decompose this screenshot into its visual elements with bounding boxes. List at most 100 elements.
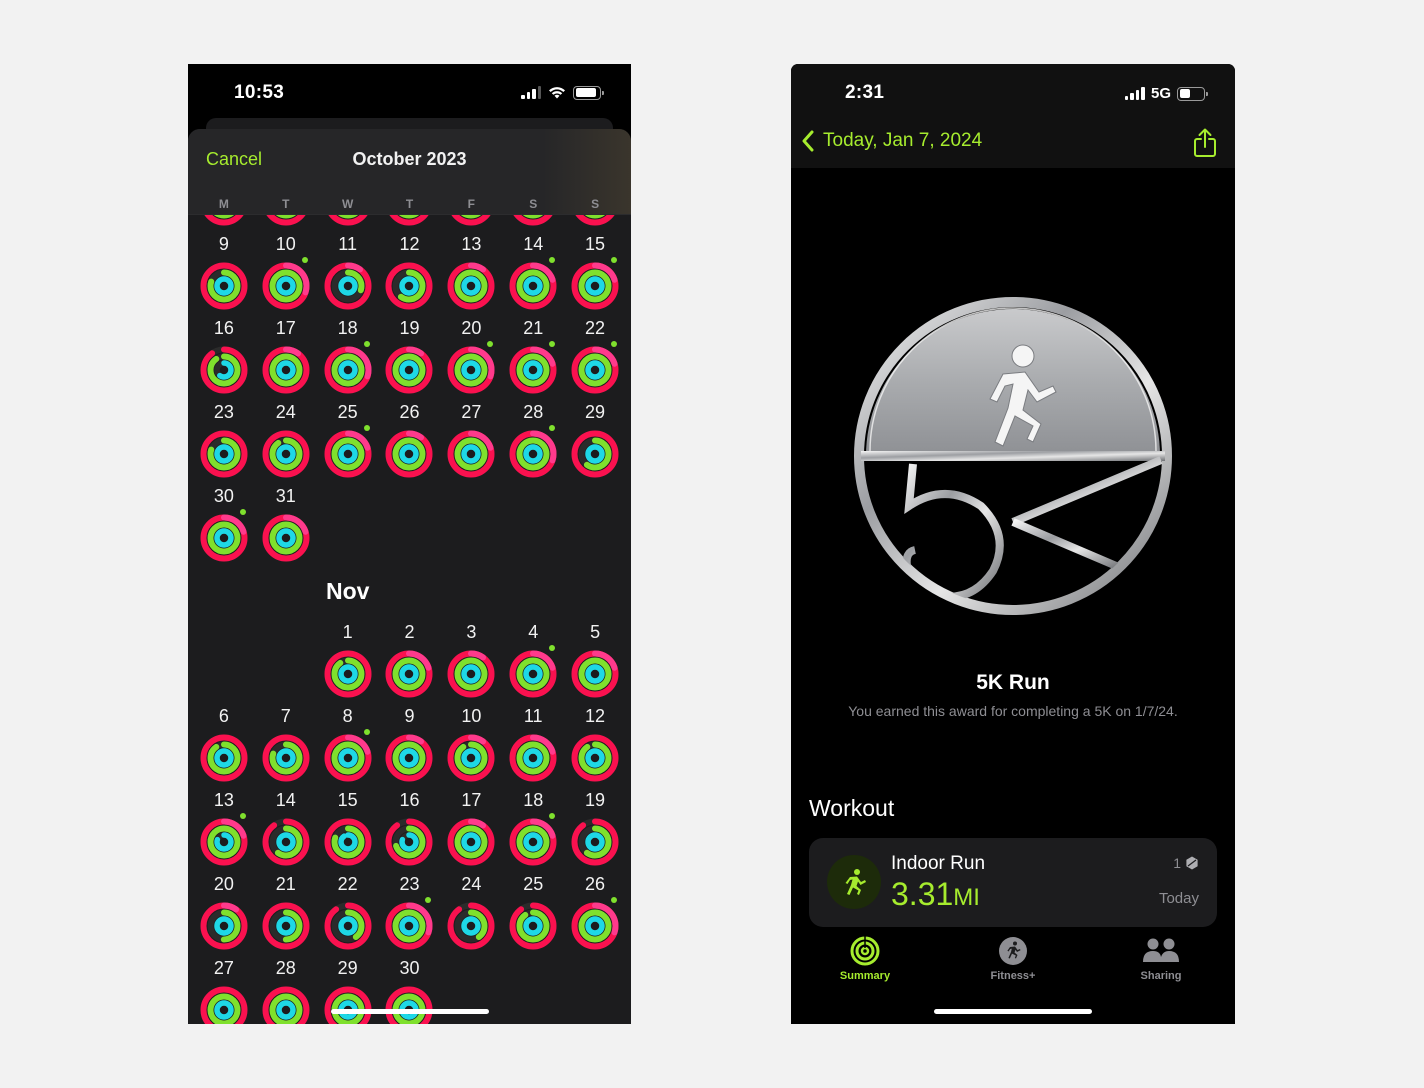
calendar-day[interactable]: 27 xyxy=(440,394,502,478)
weekday-label: S xyxy=(529,197,538,211)
workout-icon-circle xyxy=(827,855,881,909)
home-indicator[interactable] xyxy=(934,1009,1092,1014)
calendar-day[interactable]: 16 xyxy=(379,782,441,866)
activity-rings xyxy=(509,346,557,394)
weekday-label: F xyxy=(467,197,476,211)
stand-ring xyxy=(585,444,605,464)
calendar-day[interactable]: 12 xyxy=(564,698,626,782)
calendar-day[interactable]: 6 xyxy=(193,698,255,782)
weekday-label: M xyxy=(218,197,229,211)
tab-sharing[interactable]: Sharing xyxy=(1087,934,1235,994)
calendar-day[interactable]: 13 xyxy=(440,226,502,310)
share-button[interactable] xyxy=(1193,128,1217,163)
calendar-day[interactable] xyxy=(255,215,317,226)
calendar-day[interactable]: 21 xyxy=(502,310,564,394)
calendar-day[interactable]: 4 xyxy=(502,614,564,698)
calendar-day[interactable]: 2 xyxy=(379,614,441,698)
calendar-day[interactable]: 21 xyxy=(255,866,317,950)
calendar-day[interactable]: 30 xyxy=(193,478,255,562)
calendar-day[interactable]: 24 xyxy=(255,394,317,478)
battery-fill xyxy=(575,88,597,97)
signal-bar xyxy=(1141,87,1145,100)
calendar-day[interactable] xyxy=(440,215,502,226)
activity-rings xyxy=(262,986,310,1024)
week-row: 20 21 22 23 24 25 26 xyxy=(188,866,631,950)
calendar-day[interactable]: 13 xyxy=(193,782,255,866)
calendar-day[interactable]: 19 xyxy=(564,782,626,866)
activity-rings xyxy=(262,430,310,478)
calendar-day[interactable]: 22 xyxy=(317,866,379,950)
calendar-day[interactable]: 23 xyxy=(193,394,255,478)
activity-rings xyxy=(262,262,310,310)
calendar-day[interactable]: 14 xyxy=(502,226,564,310)
calendar-day[interactable]: 9 xyxy=(379,698,441,782)
calendar-day[interactable]: 25 xyxy=(317,394,379,478)
exercise-ring xyxy=(331,215,365,219)
day-number: 25 xyxy=(523,874,544,894)
calendar-day[interactable] xyxy=(564,215,626,226)
calendar-day[interactable]: 16 xyxy=(193,310,255,394)
calendar-day[interactable]: 20 xyxy=(440,310,502,394)
calendar-day[interactable]: 28 xyxy=(502,394,564,478)
back-button[interactable]: Today, Jan 7, 2024 xyxy=(801,130,982,152)
tab-fitness-plus[interactable]: Fitness+ xyxy=(939,934,1087,994)
activity-rings xyxy=(447,262,495,310)
calendar-day[interactable]: 3 xyxy=(440,614,502,698)
calendar-day[interactable]: 1 xyxy=(317,614,379,698)
calendar-day[interactable]: 26 xyxy=(379,394,441,478)
calendar-day[interactable]: 29 xyxy=(564,394,626,478)
calendar-day[interactable]: 9 xyxy=(193,226,255,310)
calendar-day[interactable]: 8 xyxy=(317,698,379,782)
calendar-day[interactable]: 26 xyxy=(564,866,626,950)
battery-icon xyxy=(1177,86,1208,101)
stand-ring xyxy=(276,444,296,464)
activity-rings-icon xyxy=(850,936,880,966)
calendar-day[interactable]: 19 xyxy=(379,310,441,394)
day-number: 27 xyxy=(213,958,234,978)
weekday-label: T xyxy=(405,197,414,211)
stand-ring xyxy=(214,916,234,936)
calendar-scroll-area[interactable]: 9 10 11 12 13 14 15 16 17 18 19 20 21 22 23 24 25 26 27 28 2… xyxy=(188,215,631,1024)
calendar-day[interactable]: 17 xyxy=(255,310,317,394)
calendar-day[interactable]: 31 xyxy=(255,478,317,562)
calendar-day[interactable]: 15 xyxy=(317,782,379,866)
tab-summary[interactable]: Summary xyxy=(791,934,939,994)
week-row: 23 24 25 26 27 28 29 xyxy=(188,394,631,478)
calendar-day[interactable]: 17 xyxy=(440,782,502,866)
calendar-day[interactable] xyxy=(379,215,441,226)
workout-card[interactable]: Indoor Run 3.31MI 1 Today xyxy=(809,838,1217,927)
calendar-day[interactable] xyxy=(317,215,379,226)
activity-rings xyxy=(571,734,619,782)
day-number: 2 xyxy=(404,622,415,642)
calendar-day[interactable]: 7 xyxy=(255,698,317,782)
calendar-day[interactable]: 20 xyxy=(193,866,255,950)
status-icons xyxy=(521,85,604,100)
calendar-day[interactable]: 10 xyxy=(440,698,502,782)
calendar-day[interactable]: 24 xyxy=(440,866,502,950)
calendar-day[interactable]: 23 xyxy=(379,866,441,950)
calendar-day[interactable] xyxy=(193,215,255,226)
day-number: 14 xyxy=(275,790,296,810)
activity-rings xyxy=(571,650,619,698)
activity-rings xyxy=(385,986,433,1024)
calendar-day[interactable]: 18 xyxy=(317,310,379,394)
activity-rings xyxy=(385,734,433,782)
calendar-day[interactable] xyxy=(502,215,564,226)
calendar-day[interactable]: 5 xyxy=(564,614,626,698)
calendar-day[interactable]: 11 xyxy=(502,698,564,782)
calendar-day[interactable]: 11 xyxy=(317,226,379,310)
stand-ring xyxy=(399,916,420,936)
calendar-day[interactable]: 28 xyxy=(255,950,317,1024)
calendar-day[interactable]: 12 xyxy=(379,226,441,310)
calendar-day[interactable]: 15 xyxy=(564,226,626,310)
calendar-day[interactable]: 22 xyxy=(564,310,626,394)
calendar-day[interactable]: 27 xyxy=(193,950,255,1024)
tab-bar: Summary Fitness+ Sharing xyxy=(791,934,1235,994)
activity-rings xyxy=(200,986,248,1024)
home-indicator[interactable] xyxy=(330,1009,489,1014)
calendar-day[interactable]: 25 xyxy=(502,866,564,950)
network-type: 5G xyxy=(1150,85,1171,102)
calendar-day[interactable]: 14 xyxy=(255,782,317,866)
calendar-day[interactable]: 18 xyxy=(502,782,564,866)
calendar-day[interactable]: 10 xyxy=(255,226,317,310)
